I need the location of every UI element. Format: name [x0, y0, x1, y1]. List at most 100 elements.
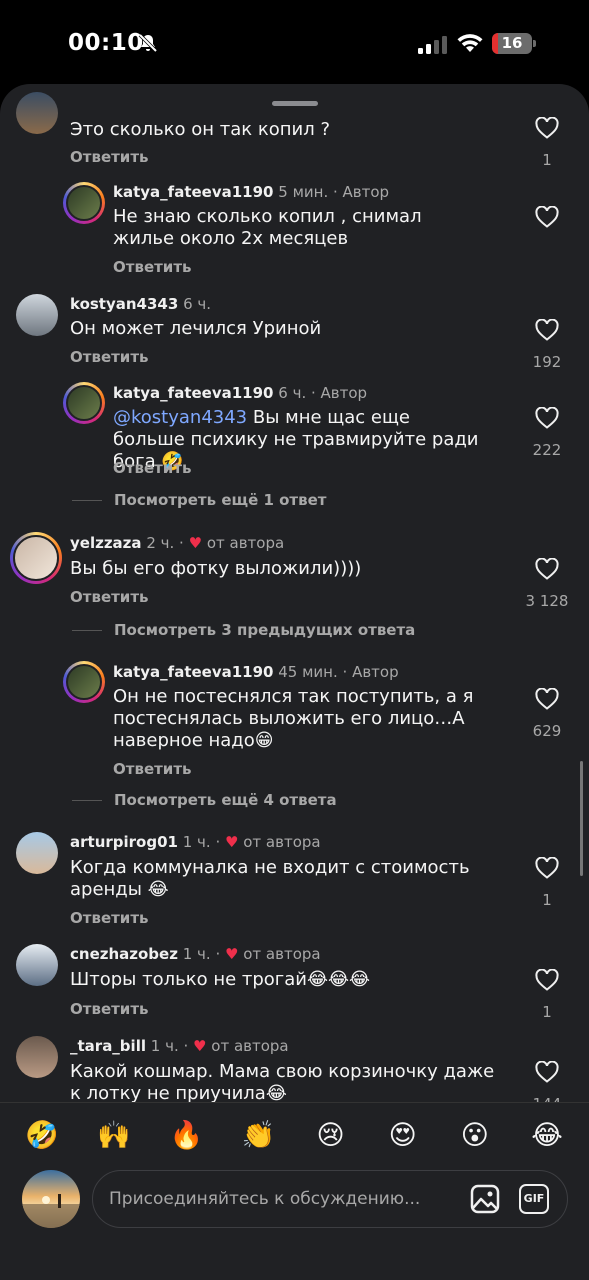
username[interactable]: arturpirog01: [70, 833, 178, 851]
reaction-raised-hands[interactable]: 🙌: [94, 1114, 134, 1158]
mention-link[interactable]: @kostyan4343: [113, 407, 247, 428]
gif-button[interactable]: GIF: [519, 1184, 549, 1214]
heart-outline-icon: [535, 116, 559, 139]
reply-button[interactable]: Ответить: [70, 588, 149, 606]
home-indicator-area: [0, 1234, 589, 1280]
comment-input-container: GIF: [92, 1170, 568, 1228]
like-count: 192: [532, 353, 562, 371]
image-picker-icon[interactable]: [469, 1183, 501, 1215]
reply-button[interactable]: Ответить: [70, 148, 149, 166]
like-button[interactable]: 1: [527, 116, 567, 169]
comment-time: 45 мин.: [278, 663, 338, 681]
username[interactable]: katya_fateeva1190: [113, 384, 273, 402]
wifi-icon: [457, 34, 483, 52]
comment-meta: katya_fateeva1190 6 ч. · Автор: [113, 384, 367, 402]
username[interactable]: katya_fateeva1190: [113, 663, 273, 681]
reaction-heart-eyes[interactable]: 😍: [383, 1114, 423, 1158]
comment-time: 5 мин.: [278, 183, 329, 201]
author-tag: · Автор: [311, 384, 368, 402]
avatar[interactable]: [16, 1036, 58, 1078]
sunset-photo: [22, 1170, 80, 1228]
comment-text: Какой кошмар. Мама свою корзиночку даже …: [70, 1061, 495, 1102]
comment-text: Он не постеснялся так поступить, а я пос…: [113, 686, 474, 751]
heart-outline-icon: [535, 1060, 559, 1083]
avatar[interactable]: [16, 944, 58, 986]
comment-text: Когда коммуналка не входит с стоимость а…: [70, 857, 470, 900]
reply-button[interactable]: Ответить: [113, 258, 192, 276]
reaction-crying[interactable]: 😢: [311, 1114, 351, 1158]
username[interactable]: katya_fateeva1190: [113, 183, 273, 201]
like-button[interactable]: 629: [527, 687, 567, 740]
like-count: 629: [532, 722, 562, 740]
heart-outline-icon: [535, 205, 559, 228]
comment-meta: kostyan4343 6 ч.: [70, 295, 211, 313]
comment-input[interactable]: [109, 1183, 454, 1215]
comment-meta: katya_fateeva1190 45 мин. · Автор: [113, 663, 399, 681]
liked-by-author-label: от автора: [243, 833, 321, 851]
avatar[interactable]: [16, 92, 58, 134]
comment-text: Вы бы его фотку выложили)))): [70, 558, 362, 579]
reaction-laughing[interactable]: 😂: [527, 1114, 567, 1158]
heart-outline-icon: [535, 687, 559, 710]
comment-text: Шторы только не трогай😂😂😂: [70, 969, 371, 990]
heart-outline-icon: [535, 557, 559, 580]
like-count: 3 128: [525, 592, 569, 610]
like-button[interactable]: 144: [527, 1060, 567, 1102]
heart-outline-icon: [535, 318, 559, 341]
like-button[interactable]: 1: [527, 968, 567, 1021]
comment-meta: yelzzaza 2 ч. · ♥ от автора: [70, 534, 284, 552]
username[interactable]: kostyan4343: [70, 295, 178, 313]
cellular-signal-icon: [418, 36, 447, 54]
liked-by-author-label: от автора: [211, 1037, 289, 1055]
comment-text: Не знаю сколько копил , снимал жилье око…: [113, 206, 422, 249]
heart-filled-icon: ♥: [225, 945, 239, 963]
comments-list[interactable]: Это сколько он так копил ? Ответить 1 ka…: [0, 84, 589, 1102]
view-more-replies[interactable]: Посмотреть ещё 1 ответ: [72, 491, 327, 509]
comment-time: 1 ч. ·: [182, 945, 221, 963]
comment-meta: _tara_bill 1 ч. · ♥ от автора: [70, 1037, 289, 1055]
username[interactable]: cnezhazobez: [70, 945, 178, 963]
author-tag: · Автор: [333, 183, 390, 201]
scrollbar[interactable]: [580, 761, 583, 876]
avatar[interactable]: [16, 294, 58, 336]
avatar[interactable]: [10, 532, 62, 584]
battery-cap: [533, 40, 536, 47]
heart-outline-icon: [535, 406, 559, 429]
author-tag: · Автор: [342, 663, 399, 681]
reply-button[interactable]: Ответить: [70, 909, 149, 927]
like-button[interactable]: 222: [527, 406, 567, 459]
like-button[interactable]: [527, 205, 567, 240]
liked-by-author-label: от автора: [243, 945, 321, 963]
comment-time: 1 ч. ·: [150, 1037, 189, 1055]
comment-meta: cnezhazobez 1 ч. · ♥ от автора: [70, 945, 321, 963]
reply-button[interactable]: Ответить: [113, 459, 192, 477]
reply-button[interactable]: Ответить: [70, 1000, 149, 1018]
view-more-replies[interactable]: Посмотреть ещё 4 ответа: [72, 791, 337, 809]
username[interactable]: yelzzaza: [70, 534, 142, 552]
view-previous-replies[interactable]: Посмотреть 3 предыдущих ответа: [72, 621, 415, 639]
heart-filled-icon: ♥: [193, 1037, 207, 1055]
reply-button[interactable]: Ответить: [113, 760, 192, 778]
avatar[interactable]: [63, 382, 105, 424]
reaction-surprised[interactable]: 😮: [455, 1114, 495, 1158]
like-count: 144: [527, 1095, 567, 1102]
like-button[interactable]: 3 128: [521, 557, 573, 610]
reaction-fire[interactable]: 🔥: [166, 1114, 206, 1158]
battery-indicator: 16: [492, 33, 536, 54]
comment-time: 6 ч.: [278, 384, 307, 402]
comment-time: 6 ч.: [183, 295, 212, 313]
comment-composer: GIF: [0, 1168, 589, 1230]
reaction-clap[interactable]: 👏: [238, 1114, 278, 1158]
like-button[interactable]: 1: [527, 856, 567, 909]
avatar[interactable]: [63, 182, 105, 224]
avatar[interactable]: [16, 832, 58, 874]
current-user-avatar[interactable]: [22, 1170, 80, 1228]
avatar[interactable]: [63, 661, 105, 703]
quick-reactions-bar: 🤣 🙌 🔥 👏 😢 😍 😮 😂: [0, 1114, 589, 1158]
like-button[interactable]: 192: [527, 318, 567, 371]
heart-filled-icon: ♥: [225, 833, 239, 851]
reaction-rofl[interactable]: 🤣: [22, 1114, 62, 1158]
username[interactable]: _tara_bill: [70, 1037, 146, 1055]
battery-percent: 16: [501, 34, 523, 52]
reply-button[interactable]: Ответить: [70, 348, 149, 366]
